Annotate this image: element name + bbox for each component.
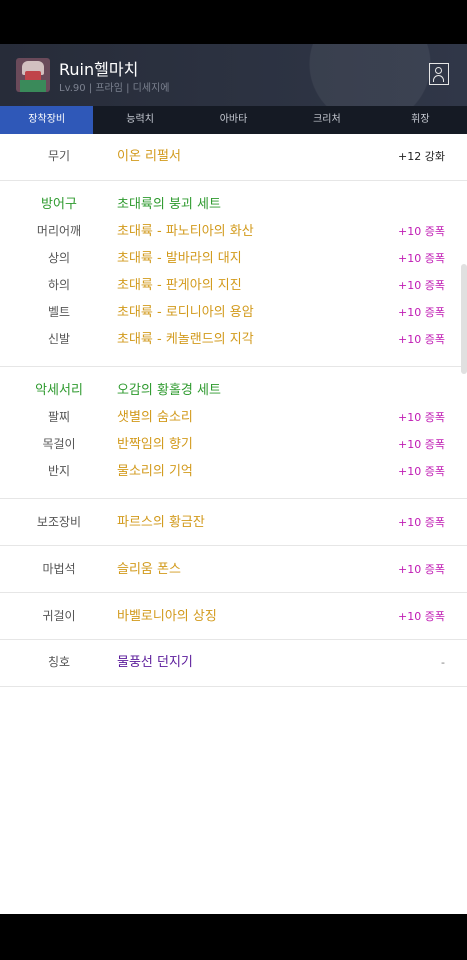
- magic-stone-row[interactable]: 마법석 슬리움 폰스 +10 증폭: [0, 556, 467, 583]
- item-name[interactable]: 초대륙 - 판게아의 지진: [117, 272, 242, 299]
- scrollbar[interactable]: [461, 264, 467, 374]
- item-name[interactable]: 반짝임의 향기: [117, 431, 193, 458]
- list-item[interactable]: 상의 초대륙 - 발바라의 대지 +10 증폭: [0, 245, 467, 272]
- slot-label: 머리어깨: [36, 224, 82, 238]
- tab-creature[interactable]: 크리처: [280, 106, 373, 134]
- slot-label: 칭호: [47, 655, 71, 669]
- item-name[interactable]: 초대륙 - 파노티아의 화산: [117, 218, 254, 245]
- item-name[interactable]: 물풍선 던지기: [117, 649, 193, 676]
- amplify-value: +10 증폭: [398, 306, 445, 319]
- slot-label: 상의: [47, 251, 71, 265]
- tab-stats[interactable]: 능력치: [93, 106, 186, 134]
- armor-set-row: 방어구 초대륙의 붕괴 세트: [0, 191, 467, 218]
- set-name: 오감의 황홀경 세트: [117, 383, 221, 398]
- accessory-set-row: 악세서리 오감의 황홀경 세트: [0, 377, 467, 404]
- item-name[interactable]: 초대륙 - 케놀랜드의 지각: [117, 326, 254, 353]
- enhance-value: +12 강화: [398, 150, 445, 163]
- title-row[interactable]: 칭호 물풍선 던지기 -: [0, 649, 467, 676]
- item-name[interactable]: 파르스의 황금잔: [117, 509, 205, 536]
- sub-equipment-row[interactable]: 보조장비 파르스의 황금잔 +10 증폭: [0, 509, 467, 536]
- list-item[interactable]: 신발 초대륙 - 케놀랜드의 지각 +10 증폭: [0, 326, 467, 353]
- amplify-value: +10 증폭: [398, 516, 445, 529]
- divider: [0, 686, 467, 687]
- equipment-list: 무기 이온 리펄서 +12 강화 방어구 초대륙의 붕괴 세트 머리어깨 초대륙…: [0, 134, 467, 687]
- item-name[interactable]: 초대륙 - 발바라의 대지: [117, 245, 242, 272]
- item-name[interactable]: 물소리의 기억: [117, 458, 193, 485]
- slot-label: 신발: [47, 332, 71, 346]
- character-name: Ruin헬마치: [59, 60, 139, 79]
- amplify-value: +10 증폭: [398, 438, 445, 451]
- amplify-value: +10 증폭: [398, 279, 445, 292]
- amplify-value: +10 증폭: [398, 465, 445, 478]
- earring-row[interactable]: 귀걸이 바벨로니아의 상징 +10 증폭: [0, 603, 467, 630]
- slot-label: 벨트: [47, 305, 71, 319]
- slot-label: 귀걸이: [42, 609, 76, 623]
- slot-label: 하의: [47, 278, 71, 292]
- tab-emblem[interactable]: 휘장: [374, 106, 467, 134]
- list-item[interactable]: 머리어깨 초대륙 - 파노티아의 화산 +10 증폭: [0, 218, 467, 245]
- list-item[interactable]: 벨트 초대륙 - 로디니아의 용암 +10 증폭: [0, 299, 467, 326]
- character-avatar: [16, 58, 50, 92]
- weapon-item[interactable]: 이온 리펄서: [117, 143, 181, 170]
- list-item[interactable]: 팔찌 샛별의 숨소리 +10 증폭: [0, 404, 467, 431]
- slot-label: 무기: [47, 149, 71, 163]
- set-label: 방어구: [41, 197, 77, 212]
- slot-label: 마법석: [42, 562, 76, 576]
- slot-label: 목걸이: [42, 437, 76, 451]
- weapon-row[interactable]: 무기 이온 리펄서 +12 강화: [0, 143, 467, 170]
- title-value: -: [441, 656, 445, 669]
- slot-label: 반지: [47, 464, 71, 478]
- list-item[interactable]: 목걸이 반짝임의 향기 +10 증폭: [0, 431, 467, 458]
- amplify-value: +10 증폭: [398, 333, 445, 346]
- tab-avatar[interactable]: 아바타: [187, 106, 280, 134]
- set-name: 초대륙의 붕괴 세트: [117, 197, 221, 212]
- amplify-value: +10 증폭: [398, 411, 445, 424]
- profile-icon[interactable]: [429, 63, 449, 85]
- item-name[interactable]: 바벨로니아의 상징: [117, 603, 217, 630]
- item-name[interactable]: 샛별의 숨소리: [117, 404, 193, 431]
- item-name[interactable]: 슬리움 폰스: [117, 556, 181, 583]
- amplify-value: +10 증폭: [398, 252, 445, 265]
- slot-label: 보조장비: [36, 515, 82, 529]
- amplify-value: +10 증폭: [398, 563, 445, 576]
- character-info: Lv.90 | 프라임 | 디세지에: [59, 83, 170, 94]
- item-name[interactable]: 초대륙 - 로디니아의 용암: [117, 299, 254, 326]
- amplify-value: +10 증폭: [398, 225, 445, 238]
- amplify-value: +10 증폭: [398, 610, 445, 623]
- character-header: Ruin헬마치 Lv.90 | 프라임 | 디세지에: [0, 44, 467, 106]
- list-item[interactable]: 반지 물소리의 기억 +10 증폭: [0, 458, 467, 485]
- tab-equipment[interactable]: 장착장비: [0, 106, 94, 134]
- screen: Ruin헬마치 Lv.90 | 프라임 | 디세지에 장착장비 능력치 아바타 …: [0, 44, 467, 914]
- list-item[interactable]: 하의 초대륙 - 판게아의 지진 +10 증폭: [0, 272, 467, 299]
- set-label: 악세서리: [35, 383, 83, 398]
- slot-label: 팔찌: [47, 410, 71, 424]
- tab-bar: 장착장비 능력치 아바타 크리처 휘장: [0, 106, 467, 134]
